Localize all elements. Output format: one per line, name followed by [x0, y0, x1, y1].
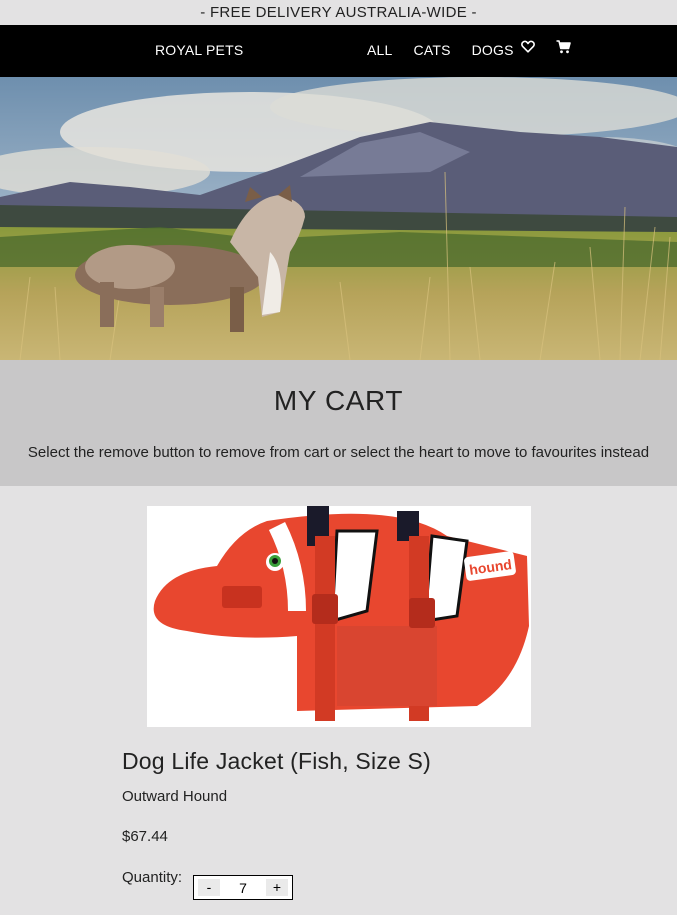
product-brand: Outward Hound: [122, 788, 228, 805]
brand-link[interactable]: ROYAL PETS: [155, 42, 243, 58]
announcement-bar: - FREE DELIVERY AUSTRALIA-WIDE -: [0, 0, 677, 25]
announcement-text: - FREE DELIVERY AUSTRALIA-WIDE -: [200, 4, 477, 21]
heart-icon[interactable]: [521, 40, 535, 56]
decrement-button[interactable]: -: [198, 879, 220, 896]
page-title: MY CART: [273, 385, 404, 416]
hero-banner-image: [0, 77, 677, 360]
product-name[interactable]: Dog Life Jacket (Fish, Size S): [122, 748, 431, 775]
quantity-label: Quantity:: [122, 869, 183, 886]
quantity-value[interactable]: 7: [224, 880, 262, 896]
increment-button[interactable]: +: [266, 879, 288, 896]
navbar: ROYAL PETS ALL CATS DOGS: [0, 25, 677, 77]
product-price: $67.44: [122, 828, 168, 845]
nav-link-cats[interactable]: CATS: [414, 42, 451, 58]
nav-link-dogs[interactable]: DOGS: [472, 42, 514, 58]
quantity-stepper[interactable]: - 7 +: [193, 875, 293, 900]
nav-links: ALL CATS DOGS: [367, 42, 514, 58]
cart-header: MY CART Select the remove button to remo…: [0, 360, 677, 486]
product-image[interactable]: hound: [147, 506, 531, 727]
cart-instructions: Select the remove button to remove from …: [27, 444, 650, 461]
nav-link-all[interactable]: ALL: [367, 42, 393, 58]
cart-icon[interactable]: [556, 40, 571, 57]
